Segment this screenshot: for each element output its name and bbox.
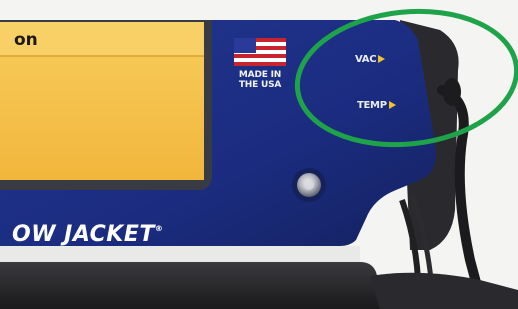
brand-logo-text: OW JACKET®: [12, 222, 163, 247]
device-photo: on MADE IN THE USA VAC TEMP OW JACKET®: [0, 0, 518, 309]
temp-label: TEMP: [357, 100, 387, 111]
arrow-right-icon: [378, 55, 386, 63]
vac-label: VAC: [355, 54, 377, 65]
brand-text: OW JACKET: [12, 222, 155, 247]
trademark-symbol: ®: [154, 224, 164, 233]
cable-connector: [443, 78, 461, 106]
device-illustration: [0, 8, 518, 309]
us-flag-icon: [234, 38, 286, 66]
made-in-usa-label: MADE IN THE USA: [238, 70, 282, 90]
base-side: [370, 272, 518, 309]
screw-icon: [292, 168, 326, 202]
base-gap: [0, 246, 360, 262]
device-base: [0, 262, 386, 309]
temp-indicator: TEMP: [357, 100, 396, 111]
screen-text: on: [14, 30, 38, 50]
vac-indicator: VAC: [355, 54, 386, 65]
arrow-right-icon: [388, 101, 396, 109]
